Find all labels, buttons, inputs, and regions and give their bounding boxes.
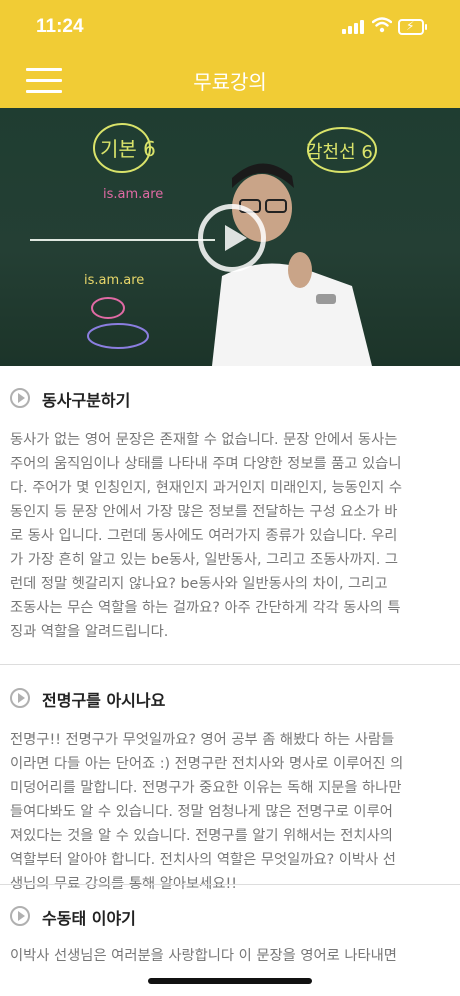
section-title: 동사구분하기 [42,391,131,410]
section-header-prepositional-phrase[interactable]: 전명구를 아시나요 [0,686,460,710]
board-text-left: 기본 6 [100,137,156,161]
section-body: 동사가 없는 영어 문장은 존재할 수 없습니다. 문장 안에서 동사는 주어의… [10,432,402,640]
wifi-icon [372,17,392,33]
header-bar: 11:24 ⚡ 무료강의 [0,0,460,108]
svg-text:is.am.are: is.am.are [84,273,144,288]
section-body: 전명구!! 전명구가 무엇일까요? 영어 공부 좀 해봤다 하는 사람들 이라면… [10,732,404,892]
section-title: 수동태 이야기 [42,909,136,928]
section-header-passive-voice[interactable]: 수동태 이야기 [0,904,460,928]
section-header-verb-types[interactable]: 동사구분하기 [0,386,460,410]
video-player[interactable]: 기본 6 감천선 6 is.am.are is.am.are [0,108,460,366]
play-circle-icon [10,388,30,408]
play-circle-icon [10,688,30,708]
home-indicator[interactable] [148,978,312,984]
board-text-right: 감천선 6 [306,142,373,163]
play-circle-icon [10,906,30,926]
divider [0,664,460,665]
board-chalk-text: is.am.are [103,187,163,202]
section-title: 전명구를 아시나요 [42,691,166,710]
page-title: 무료강의 [193,70,267,94]
divider [0,884,460,885]
signal-icon [342,18,364,34]
play-icon[interactable] [198,204,266,272]
status-time: 11:24 [36,16,84,37]
battery-icon: ⚡ [398,19,427,35]
